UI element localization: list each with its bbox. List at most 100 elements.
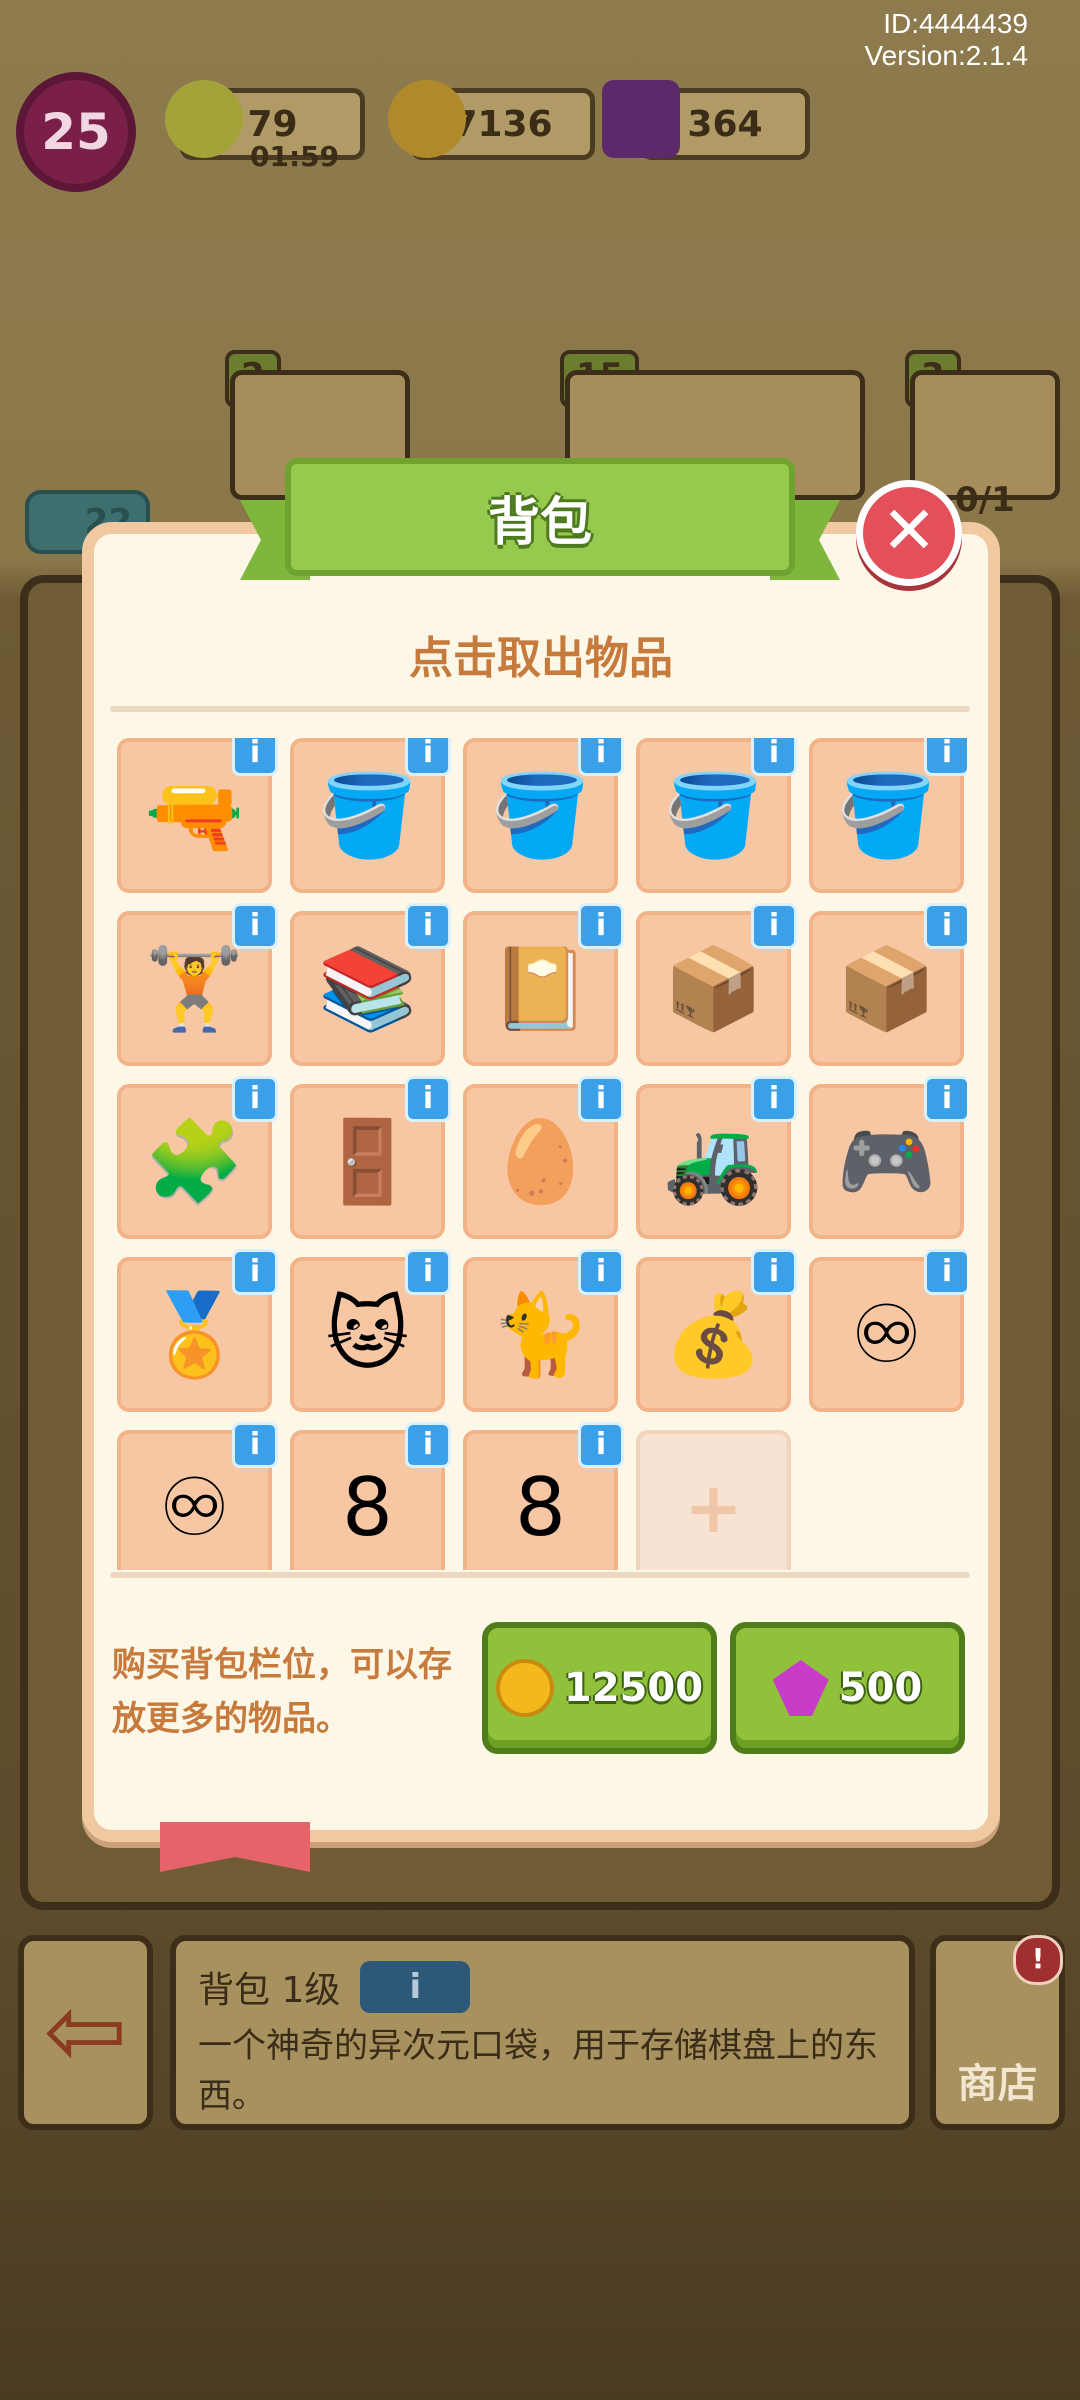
item-info-button[interactable]: i (751, 1249, 797, 1295)
backpack-slot-coin-bag[interactable]: 💰 i (636, 1249, 797, 1412)
top-divider (110, 706, 970, 712)
exit-arrow-icon: ⇦ (43, 1972, 128, 2089)
scene-progress-label: 0/1 (955, 480, 1015, 520)
puzzle-piece-icon: 🧩 (144, 1114, 245, 1208)
shop-label: 商店 (957, 2061, 1038, 2107)
backpack-slot-clock-cabinet[interactable]: 🚪 i (290, 1076, 451, 1239)
game-console-icon: 🎮 (836, 1114, 937, 1208)
coin-icon (495, 1659, 554, 1717)
item-info-button[interactable]: i (232, 1249, 278, 1295)
item-info-button[interactable]: i (405, 1422, 451, 1468)
backpack-slot-book-stack[interactable]: 📔 i (463, 903, 624, 1066)
item-info-button[interactable]: i (360, 1961, 471, 2013)
buy-slot-gems-button[interactable]: 500 (730, 1622, 965, 1754)
version-label: Version:2.1.4 (864, 40, 1028, 71)
backpack-slot-cardboard-box[interactable]: 📦 i (636, 903, 797, 1066)
clock-cabinet-icon: 🚪 (317, 1114, 418, 1208)
gem-value: 364 (687, 103, 763, 145)
buy-slot-description: 购买背包栏位，可以存放更多的物品。 (112, 1645, 452, 1739)
item-info-button[interactable]: i (751, 903, 797, 949)
cardboard-box-icon: 📦 (663, 941, 764, 1035)
energy-bolt-icon (165, 80, 243, 158)
item-info-description: 一个神奇的异次元口袋，用于存储棋盘上的东西。 (198, 2026, 878, 2116)
dialog-title-ribbon: 背包 (285, 458, 795, 576)
item-info-button[interactable]: i (405, 1076, 451, 1122)
item-info-button[interactable]: i (405, 738, 451, 776)
item-info-button[interactable]: i (924, 903, 967, 949)
books-icon: 📚 (317, 941, 418, 1035)
backpack-slot-paint-bucket[interactable]: 🪣 i (290, 738, 451, 893)
item-info-button[interactable]: i (751, 738, 797, 776)
energy-value: 79 (247, 103, 298, 145)
toy-tank-icon: 🚜 (663, 1114, 764, 1208)
backpack-slot-paint-bucket[interactable]: 🪣 i (636, 738, 797, 893)
backpack-slot-open-box[interactable]: 📦 i (809, 903, 967, 1066)
exit-button[interactable]: ⇦ (18, 1935, 153, 2130)
paint-bucket-icon: 🪣 (663, 768, 764, 862)
item-info-button[interactable]: i (405, 1249, 451, 1295)
user-id-label: ID:4444439 (883, 8, 1028, 39)
green-infinity-hex-icon: ♾ (850, 1288, 923, 1381)
energy-timer: 01:59 (250, 140, 340, 173)
workout-bench-icon: 🏋 (144, 941, 245, 1035)
backpack-slot-egg-bird[interactable]: 🥚 i (463, 1076, 624, 1239)
item-info-button[interactable]: i (578, 903, 624, 949)
medal-icon: 🏅 (144, 1287, 245, 1381)
item-info-button[interactable]: i (232, 1076, 278, 1122)
dialog-title: 背包 (487, 492, 592, 553)
player-level-badge[interactable]: 25 (16, 72, 136, 192)
item-info-button[interactable]: i (924, 1249, 967, 1295)
backpack-item-grid: 🔫 i 🪣 i 🪣 i 🪣 i 🪣 i 🏋 i 📚 i 📔 i 📦 i 📦 i 🧩 i 🚪 i 🥚 i 🚜 i 🎮 i 🏅 i 🐱 i 🐈 i 💰 i ♾ i… (117, 738, 967, 1570)
item-info-button[interactable]: i (232, 903, 278, 949)
backpack-slot-medal[interactable]: 🏅 i (117, 1249, 278, 1412)
book-stack-icon: 📔 (490, 941, 591, 1035)
item-info-title: 背包 1级 (198, 1970, 341, 2011)
buy-slot-coins-button[interactable]: 12500 (482, 1622, 717, 1754)
open-box-icon: 📦 (836, 941, 937, 1035)
pink-infinity-hex-icon: ♾ (158, 1461, 231, 1554)
backpack-slot-green-8-hex[interactable]: 8i (290, 1422, 451, 1570)
backpack-slot-pink-infinity-hex[interactable]: ♾ i (117, 1422, 278, 1570)
backpack-slot-workout-bench[interactable]: 🏋 i (117, 903, 278, 1066)
drill-icon: 🔫 (144, 768, 245, 862)
backpack-slot-game-console[interactable]: 🎮 i (809, 1076, 967, 1239)
item-info-button[interactable]: i (578, 738, 624, 776)
item-info-button[interactable]: i (751, 1076, 797, 1122)
item-info-button[interactable]: i (578, 1422, 624, 1468)
backpack-slot-puzzle-piece[interactable]: 🧩 i (117, 1076, 278, 1239)
backpack-slot-green-infinity-hex[interactable]: ♾ i (809, 1249, 967, 1412)
buy-gem-price: 500 (838, 1665, 923, 1711)
egg-bird-icon: 🥚 (490, 1114, 591, 1208)
item-info-button[interactable]: i (578, 1076, 624, 1122)
backpack-slot-paint-bucket[interactable]: 🪣 i (809, 738, 967, 893)
gem-icon (602, 80, 680, 158)
bottom-divider (110, 1572, 970, 1578)
backpack-slot-gold-8-hex[interactable]: 8i (463, 1422, 624, 1570)
backpack-slot-drill[interactable]: 🔫 i (117, 738, 278, 893)
item-info-button[interactable]: i (232, 738, 278, 776)
backpack-slot-toy-tank[interactable]: 🚜 i (636, 1076, 797, 1239)
backpack-slot-books[interactable]: 📚 i (290, 903, 451, 1066)
item-info-bar: 背包 1级 i 一个神奇的异次元口袋，用于存储棋盘上的东西。 (170, 1935, 915, 2130)
item-info-button[interactable]: i (924, 738, 967, 776)
item-info-button[interactable]: i (232, 1422, 278, 1468)
shop-alert-badge: ! (1013, 1935, 1063, 1985)
close-icon: ✕ (881, 492, 937, 569)
paint-bucket-icon: 🪣 (317, 768, 418, 862)
coin-value: 7136 (452, 103, 553, 145)
sleeping-cat-icon: 🐈 (490, 1287, 591, 1381)
item-info-button[interactable]: i (405, 903, 451, 949)
gold-8-hex-icon: 8 (515, 1461, 566, 1554)
coin-icon (388, 80, 466, 158)
close-button[interactable]: ✕ (856, 480, 962, 586)
add-slot-button[interactable]: + (636, 1430, 791, 1570)
backpack-slot-sleeping-cat[interactable]: 🐈 i (463, 1249, 624, 1412)
item-info-button[interactable]: i (924, 1076, 967, 1122)
gem-icon (772, 1660, 829, 1716)
green-8-hex-icon: 8 (342, 1461, 393, 1554)
item-info-button[interactable]: i (578, 1249, 624, 1295)
backpack-slot-cat[interactable]: 🐱 i (290, 1249, 451, 1412)
backpack-slot-paint-bucket[interactable]: 🪣 i (463, 738, 624, 893)
shop-button[interactable]: 商店 ! (930, 1935, 1065, 2130)
plus-icon: + (684, 1466, 743, 1549)
